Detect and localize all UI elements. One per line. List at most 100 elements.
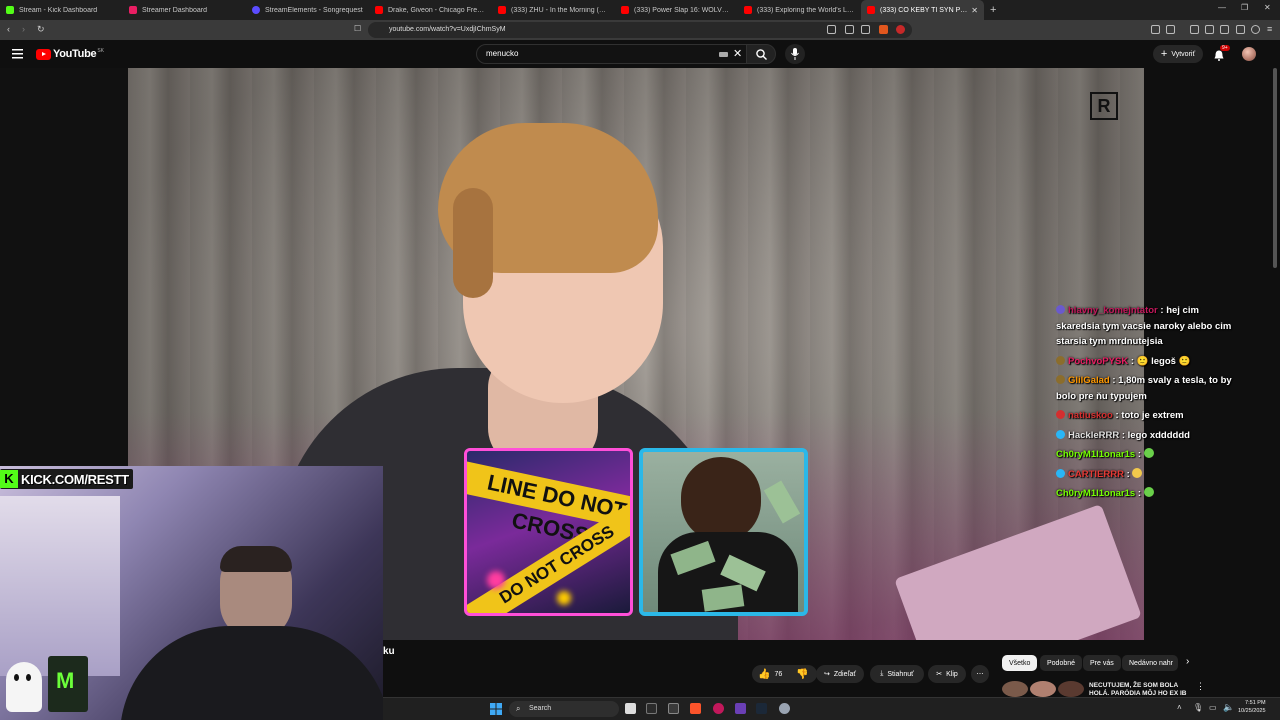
browser-tab[interactable]: StreamElements - Songrequest — [246, 0, 369, 20]
sidebar-icon[interactable] — [1205, 25, 1214, 34]
video-person-hair-side — [453, 188, 493, 298]
extensions-icon[interactable] — [1151, 25, 1160, 34]
mic-tray-icon[interactable]: 🎙 — [1193, 703, 1203, 712]
arrow-right-icon[interactable]: › — [22, 24, 25, 34]
search-button[interactable] — [746, 44, 776, 64]
chip-for-you[interactable]: Pre vás — [1083, 655, 1121, 671]
download-icon: ⤓ — [880, 670, 884, 677]
browser-menu-icon[interactable]: ≡ — [1267, 24, 1272, 34]
xbox-icon[interactable] — [668, 703, 679, 714]
search-value: menucko — [486, 49, 519, 58]
task-view-icon[interactable] — [625, 703, 636, 714]
vpn-icon[interactable] — [1236, 25, 1245, 34]
taskbar-clock[interactable]: 7:51 PM 10/25/2025 — [1238, 699, 1266, 715]
more-actions-button[interactable]: ⋯ — [971, 665, 989, 683]
browser-tab[interactable]: (333) Power Slap 16: WOLVERINE vs — [615, 0, 738, 20]
steam-icon[interactable] — [756, 703, 767, 714]
browser-tab[interactable]: Streamer Dashboard — [123, 0, 246, 20]
recommended-thumbnail[interactable] — [1002, 681, 1084, 697]
bookmark-icon[interactable]: ☐ — [354, 24, 361, 33]
minimize-icon[interactable]: — — [1218, 3, 1226, 12]
page-scrollbar[interactable] — [1273, 68, 1277, 268]
streamer-hoodie — [120, 626, 383, 720]
notification-badge: 9+ — [1220, 45, 1230, 51]
overlay-image-money-man — [639, 448, 808, 616]
chat-text: : toto je extrem — [1112, 410, 1184, 421]
kick-favicon-icon — [6, 6, 14, 14]
reload-icon[interactable]: ↻ — [37, 24, 45, 35]
chip-all[interactable]: Všetko — [1002, 655, 1038, 671]
thumbs-up-icon[interactable]: 👍 — [758, 669, 770, 680]
chevron-up-icon[interactable]: ˄ — [1177, 703, 1182, 712]
avatar[interactable] — [1242, 47, 1256, 61]
voice-search-button[interactable] — [785, 44, 805, 64]
obs-icon[interactable] — [735, 703, 746, 714]
share-page-icon[interactable] — [861, 25, 870, 34]
hamburger-icon[interactable] — [12, 49, 23, 59]
youtube-logo[interactable]: YouTube SK — [36, 48, 104, 60]
chat-text: : — [1135, 488, 1144, 499]
network-icon[interactable]: ▭ — [1209, 703, 1217, 712]
monster-can: M — [48, 656, 88, 712]
streamelements-favicon-icon — [252, 6, 260, 14]
volume-icon[interactable]: 🔈 — [1223, 702, 1234, 713]
translate-icon[interactable] — [845, 25, 854, 34]
clear-search-icon[interactable]: ✕ — [733, 47, 742, 60]
close-window-icon[interactable]: ✕ — [1264, 3, 1271, 12]
chat-username: CARTIERRR — [1068, 468, 1124, 480]
create-button[interactable]: + Vytvoriť — [1153, 45, 1203, 63]
browser-tab[interactable]: (333) ZHU - In the Morning (Official — [492, 0, 615, 20]
overlay-image-crime-tape: LINE DO NOT CROSS DO NOT CROSS — [464, 448, 633, 616]
video-title-fragment: ku — [383, 646, 395, 657]
kebab-menu-icon[interactable]: ⋮ — [1196, 681, 1205, 692]
thumbs-down-icon[interactable]: 👎 — [796, 669, 808, 680]
recommended-video-title[interactable]: NECUTUJEM, ŽE SOM BOLA HOLÁ. PARÓDIA MÔJ… — [1089, 682, 1189, 698]
profile-icon[interactable] — [1251, 25, 1260, 34]
chat-message: HackleRRR : lego xdddddd — [1056, 428, 1236, 444]
browser-tab[interactable]: (333) Exploring the World's Largest — [738, 0, 861, 20]
taskbar-search-field[interactable]: ⌕ Search — [509, 701, 619, 717]
chat-text: : — [1135, 449, 1144, 460]
new-tab-icon[interactable]: + — [990, 4, 996, 16]
keyboard-icon[interactable] — [719, 52, 728, 57]
browser-tab[interactable]: Stream - Kick Dashboard — [0, 0, 123, 20]
wallet-icon[interactable] — [1220, 25, 1229, 34]
chip-recently-uploaded[interactable]: Nedávno nahr — [1122, 655, 1178, 671]
app-icon[interactable] — [713, 703, 724, 714]
close-tab-icon[interactable]: ✕ — [971, 6, 978, 15]
tab-label: StreamElements - Songrequest — [265, 6, 363, 14]
download-button[interactable]: ⤓ Stiahnuť — [870, 665, 924, 683]
browser-tab-active[interactable]: (333) ČO KEBY TI SYN POVIE ✕ — [861, 0, 984, 20]
app-icon[interactable] — [646, 703, 657, 714]
chip-related[interactable]: Podobné — [1040, 655, 1083, 671]
youtube-favicon-icon — [375, 6, 383, 14]
chat-message: natiuskoo : toto je extrem — [1056, 408, 1236, 424]
microphone-icon — [791, 48, 799, 60]
reader-icon[interactable] — [1166, 25, 1175, 34]
windows-start-icon[interactable] — [490, 703, 502, 715]
arrow-left-icon[interactable]: ‹ — [7, 24, 10, 34]
chat-badge-icon — [1056, 305, 1065, 314]
maximize-icon[interactable]: ❐ — [1241, 3, 1248, 12]
chat-badge-icon — [1056, 429, 1065, 439]
youtube-favicon-icon — [867, 6, 875, 14]
chevron-right-icon[interactable]: › — [1186, 656, 1189, 667]
search-input[interactable]: menucko — [476, 44, 752, 64]
chat-emote-icon — [1143, 487, 1154, 497]
tab-label: (333) Power Slap 16: WOLVERINE vs — [634, 6, 732, 14]
search-icon — [756, 49, 767, 60]
chat-message: GlilGalad : 1,80m svaly a tesla, to by b… — [1056, 373, 1236, 404]
settings-gear-icon[interactable] — [779, 703, 790, 714]
share-button[interactable]: ↪ Zdieľať — [816, 665, 864, 683]
notifications-button[interactable]: 9+ — [1214, 45, 1230, 61]
clip-button[interactable]: ✂ Klip — [928, 665, 966, 683]
brave-rewards-icon[interactable] — [896, 25, 905, 34]
youtube-play-icon — [36, 48, 51, 60]
tab-label: (333) ZHU - In the Morning (Official — [511, 6, 609, 14]
search-icon: ⌕ — [516, 704, 521, 713]
media-icon[interactable] — [1190, 25, 1199, 34]
brave-browser-icon[interactable] — [690, 703, 701, 714]
browser-tab[interactable]: Drake, Giveon - Chicago Freestyle (A — [369, 0, 492, 20]
brave-shield-icon[interactable] — [879, 25, 888, 34]
cast-icon[interactable] — [827, 25, 836, 34]
